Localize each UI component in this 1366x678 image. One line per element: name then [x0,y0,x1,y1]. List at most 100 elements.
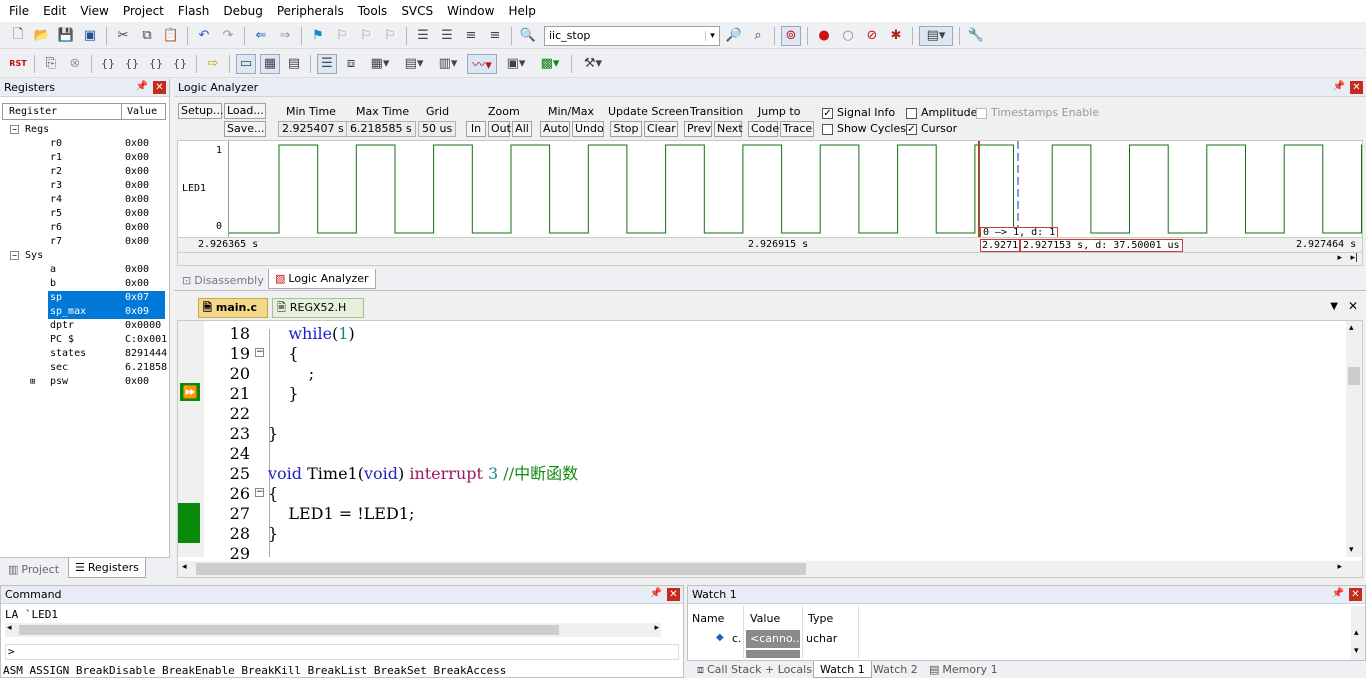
reg-value[interactable]: 0x00 [125,165,149,179]
copy-icon[interactable]: ⧉ [137,26,157,46]
setup-button[interactable]: Setup... [178,103,224,119]
amplitude-checkbox[interactable] [906,107,917,119]
run-to-cursor-icon[interactable]: {} [170,54,190,74]
next-button[interactable]: Next [714,121,743,137]
tab-memory-1[interactable]: ▤ Memory 1 [923,661,1004,678]
zoom-out-button[interactable]: Out [488,121,511,137]
menu-window[interactable]: Window [440,0,501,22]
system-viewer-icon[interactable]: ▩▾ [535,54,565,74]
save-all-icon[interactable]: ▣ [80,26,100,46]
indent-icon[interactable]: ☰ [413,26,433,46]
scroll-thumb[interactable] [1348,367,1360,385]
bookmark-next-icon[interactable]: ⚐ [356,26,376,46]
save-icon[interactable]: 💾 [56,26,76,46]
target-combo[interactable]: iic_stop ▾ [544,25,720,46]
menu-project[interactable]: Project [116,0,171,22]
debug-session-icon[interactable]: ⊚ [781,25,801,46]
signal-info-option[interactable]: ✓ Signal Info [822,106,895,119]
call-stack-icon[interactable]: ⧈ [341,54,361,74]
reg-value[interactable]: 0x0000 [125,319,161,333]
reg-value[interactable]: 0x00 [125,193,149,207]
pin-icon[interactable]: 📌 [136,81,148,94]
reg-value[interactable]: 0x00 [125,277,149,291]
toolbox-icon[interactable]: ⚒▾ [578,54,608,74]
pin-icon[interactable]: 📌 [650,588,662,601]
close-icon[interactable]: ✕ [1348,299,1358,313]
scroll-thumb[interactable] [19,625,559,635]
collapse-icon[interactable]: − [10,125,19,134]
load-button[interactable]: Load... [224,103,266,119]
reg-value[interactable]: 0x00 [125,263,149,277]
show-cycles-checkbox[interactable] [822,123,833,135]
reset-icon[interactable]: RST [8,54,28,74]
scroll-end-icon[interactable]: ▸| [1350,253,1358,263]
uncomment-icon[interactable]: ≡ [485,26,505,46]
fold-icon[interactable]: − [255,348,264,357]
pin-icon[interactable]: 📌 [1333,81,1345,94]
horizontal-scrollbar[interactable]: ◂ ▸ [178,561,1362,577]
reg-value[interactable]: 0x00 [125,235,149,249]
paste-icon[interactable]: 📋 [161,26,181,46]
command-window-icon[interactable]: ▭ [236,53,256,74]
close-icon[interactable]: ✕ [153,81,166,94]
zoom-all-button[interactable]: All [512,121,532,137]
vertical-scrollbar[interactable]: ▴ ▾ [1346,321,1362,557]
tab-call-stack[interactable]: ⧈ Call Stack + Locals [691,661,818,678]
find-icon[interactable]: 🔎 [724,26,744,46]
configure-icon[interactable]: 🔧 [966,26,986,46]
tab-watch-1[interactable]: Watch 1 [813,661,872,678]
nav-forward-icon[interactable]: ⇒ [275,26,295,46]
window-layout-icon[interactable]: ▤▾ [919,25,953,46]
pin-icon[interactable]: 📌 [1332,588,1344,601]
tab-regx52-h[interactable]: 🗎 REGX52.H [272,298,364,318]
regs-group[interactable]: − Regs [10,123,49,137]
menu-tools[interactable]: Tools [351,0,395,22]
reg-value[interactable]: 8291444 [125,347,167,361]
stop-button[interactable]: Stop [610,121,642,137]
close-icon[interactable]: ✕ [1349,588,1362,601]
breakpoint-icon[interactable]: ● [814,26,834,46]
prev-button[interactable]: Prev [684,121,712,137]
stop-icon[interactable]: ⊗ [65,54,85,74]
fold-icon[interactable]: − [255,488,264,497]
zoom-in-button[interactable]: In [466,121,486,137]
reg-value[interactable]: 0x07 [125,291,149,305]
clear-button[interactable]: Clear [644,121,678,137]
menu-edit[interactable]: Edit [36,0,73,22]
menu-peripherals[interactable]: Peripherals [270,0,351,22]
tab-watch-2[interactable]: Watch 2 [867,661,924,678]
breakpoint-disable-icon[interactable]: ○ [838,26,858,46]
signal-name[interactable]: LED1 [182,183,206,194]
incremental-find-icon[interactable]: ⌕ [748,26,768,46]
find-in-files-icon[interactable]: 🔍 [518,26,538,46]
amplitude-option[interactable]: Amplitude [906,106,977,119]
expand-icon[interactable]: ⊞ [30,375,35,389]
trace-button[interactable]: Trace [780,121,814,137]
reg-value[interactable]: 0x00 [125,207,149,221]
menu-svcs[interactable]: SVCS [394,0,440,22]
cursor-option[interactable]: ✓ Cursor [906,122,957,135]
cursor-checkbox[interactable]: ✓ [906,123,917,135]
command-input[interactable]: > [5,644,679,660]
la-scrollbar[interactable]: ▸ ▸| [177,252,1363,266]
tab-disassembly[interactable]: ⊡ Disassembly [176,270,270,290]
memory-window-icon[interactable]: ▤▾ [399,54,429,74]
trace-window-icon[interactable]: ▣▾ [501,54,531,74]
chevron-down-icon[interactable]: ▼ [1330,301,1338,312]
analysis-window-icon[interactable]: 〰▾ [467,53,497,74]
reg-value[interactable]: 0x09 [125,305,149,319]
menu-view[interactable]: View [73,0,115,22]
code-button[interactable]: Code [748,121,779,137]
new-file-icon[interactable]: 🗋 [8,26,28,46]
open-folder-icon[interactable]: 📂 [32,26,52,46]
unindent-icon[interactable]: ☰ [437,26,457,46]
reg-value[interactable]: 0x00 [125,137,149,151]
run-icon[interactable]: ⎘ [41,54,61,74]
watch-window-icon[interactable]: ▦▾ [365,54,395,74]
symbols-window-icon[interactable]: ▤ [284,54,304,74]
la-display[interactable]: LED1 1 0 0 —> 1, d: 1 2.926365 s 2.92691… [177,140,1363,253]
code-area[interactable]: ⏩ − − 18 while(1) 19 { 20 ; 21 } 22 23} … [177,320,1363,578]
reg-value[interactable]: 0x00 [125,375,149,389]
disassembly-window-icon[interactable]: ▦ [260,53,280,74]
tab-main-c[interactable]: 🗎 main.c [198,298,268,318]
